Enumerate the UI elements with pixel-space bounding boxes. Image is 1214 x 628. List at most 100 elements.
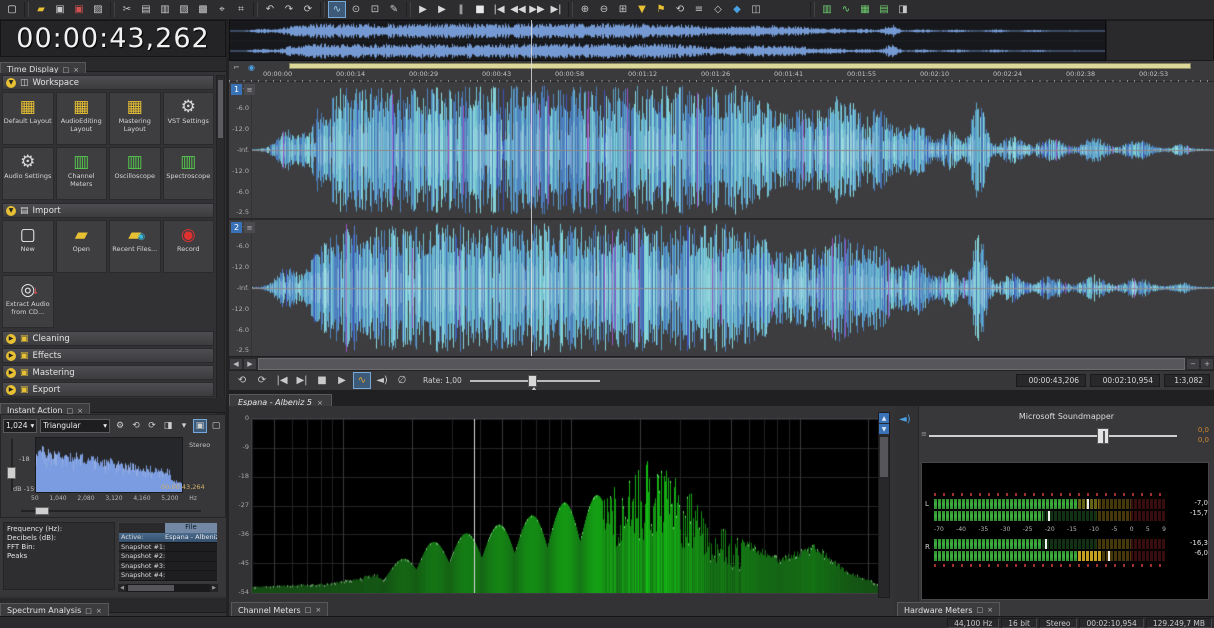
slider-handle[interactable] bbox=[1097, 428, 1109, 444]
previous-marker-button[interactable]: ◀◀ bbox=[509, 1, 527, 18]
overview-waveform-left[interactable] bbox=[230, 22, 1105, 40]
section-workspace[interactable]: ▼ ◫ Workspace bbox=[2, 75, 214, 90]
trim-button[interactable]: ⌖ bbox=[213, 1, 231, 18]
save-button[interactable]: ▣ bbox=[51, 1, 69, 18]
overview-waveform-right[interactable] bbox=[230, 42, 1105, 60]
transport-go-end-button[interactable]: ▶| bbox=[293, 372, 311, 389]
import-new-button[interactable]: ▢ New bbox=[2, 220, 54, 273]
new-file-button[interactable]: ▢ bbox=[3, 1, 21, 18]
scroll-down-icon[interactable]: ▼ bbox=[879, 424, 889, 434]
oscilloscope-toggle[interactable]: ∿ bbox=[837, 1, 855, 18]
zoom-selection-button[interactable]: ⊞ bbox=[614, 1, 632, 18]
plugin-chainer-toggle[interactable]: ◨ bbox=[894, 1, 912, 18]
scroll-left-icon[interactable]: ◀ bbox=[118, 584, 126, 592]
undo-button[interactable]: ↶ bbox=[261, 1, 279, 18]
zoom-ratio-box[interactable]: 1:3,082 bbox=[1164, 374, 1210, 387]
transport-stop-button[interactable]: ■ bbox=[313, 372, 331, 389]
scrollbar-thumb[interactable] bbox=[218, 80, 223, 138]
cursor-position-box[interactable]: 00:00:43,206 bbox=[1016, 374, 1086, 387]
table-row[interactable]: Active: Espana - Albeniz bbox=[119, 533, 217, 543]
snapshot-button[interactable]: ▢ bbox=[209, 419, 223, 433]
fft-size-select[interactable]: 1,024 ▾ bbox=[3, 418, 38, 433]
time-ruler[interactable]: ⌐ ◉ 00:00:00 00:00:14 00:00:29 00:00:43 00:00… bbox=[229, 61, 1214, 82]
channel-menu-icon[interactable]: ≡ bbox=[244, 84, 255, 95]
table-row[interactable]: Snapshot #2: bbox=[119, 552, 217, 562]
workspace-audio-editing-layout-button[interactable]: ▦ AudioEditing Layout bbox=[55, 92, 107, 145]
zoom-out-time-button[interactable]: − bbox=[1186, 357, 1200, 370]
scroll-up-icon[interactable]: ▲ bbox=[879, 413, 889, 423]
open-file-button[interactable]: ▰ bbox=[32, 1, 50, 18]
table-row[interactable]: Snapshot #4: bbox=[119, 571, 217, 581]
close-icon[interactable]: × bbox=[315, 606, 321, 614]
float-icon[interactable]: □ bbox=[977, 606, 984, 614]
section-cleaning[interactable]: ▶ ▣ Cleaning bbox=[2, 331, 214, 346]
float-icon[interactable]: □ bbox=[305, 606, 312, 614]
section-mastering[interactable]: ▶ ▣ Mastering bbox=[2, 365, 214, 380]
slider-handle[interactable] bbox=[35, 507, 49, 515]
playhead-cursor[interactable] bbox=[531, 20, 532, 356]
waveform-channel-1[interactable] bbox=[252, 82, 1214, 218]
play-all-button[interactable]: ▶ bbox=[414, 1, 432, 18]
workspace-default-layout-button[interactable]: ▦ Default Layout bbox=[2, 92, 54, 145]
length-box[interactable]: 00:02:10,954 bbox=[1090, 374, 1160, 387]
position-overview-bar[interactable] bbox=[289, 63, 1191, 69]
loop-toggle-button[interactable]: ⟲ bbox=[233, 372, 251, 389]
import-record-button[interactable]: ◉ Record bbox=[162, 220, 214, 273]
workspace-mastering-layout-button[interactable]: ▦ Mastering Layout bbox=[109, 92, 161, 145]
import-extract-cd-button[interactable]: ◎ ↓ Extract Audio from CD... bbox=[2, 275, 54, 328]
channel-number-badge[interactable]: 2 bbox=[231, 222, 242, 233]
scrollbar-thumb[interactable] bbox=[258, 357, 1185, 370]
mix-paste-button[interactable]: ▧ bbox=[175, 1, 193, 18]
scrub-tool-button[interactable]: ∿ bbox=[353, 372, 371, 389]
gain-lock-icon[interactable]: ≡ bbox=[921, 430, 927, 438]
lock-button[interactable]: ▣ bbox=[193, 418, 207, 433]
scroll-right-icon[interactable]: ▶ bbox=[210, 584, 218, 592]
workspace-channel-meters-button[interactable]: ▥ Channel Meters bbox=[55, 147, 107, 200]
sync-playback-button[interactable]: ⟳ bbox=[145, 419, 159, 433]
speaker-icon[interactable]: ◄) bbox=[899, 414, 911, 425]
zoom-in-button[interactable]: ⊕ bbox=[576, 1, 594, 18]
save-as-button[interactable]: ▣ bbox=[70, 1, 88, 18]
section-import[interactable]: ▼ ▤ Import bbox=[2, 203, 214, 218]
float-icon[interactable]: □ bbox=[85, 607, 92, 615]
tab-hardware-meters[interactable]: Hardware Meters □ × bbox=[897, 602, 1001, 617]
transport-go-start-button[interactable]: |◀ bbox=[273, 372, 291, 389]
snapshot-table-scrollbar[interactable]: ◀ ▶ bbox=[118, 584, 218, 592]
go-to-end-button[interactable]: ▶| bbox=[547, 1, 565, 18]
channel-meters-toggle[interactable]: ▥ bbox=[818, 1, 836, 18]
paste-special-button[interactable]: ▩ bbox=[194, 1, 212, 18]
save-all-button[interactable]: ▨ bbox=[89, 1, 107, 18]
rate-slider[interactable] bbox=[469, 374, 600, 391]
loop-playback-button[interactable]: ⟲ bbox=[671, 1, 689, 18]
level-meters[interactable]: L -7,0 -15,7 -70 -40 -35 -30 -25 -20 -15 -10 -5 0… bbox=[921, 462, 1209, 600]
tab-channel-meters[interactable]: Channel Meters □ × bbox=[231, 602, 329, 617]
selection-tool-button[interactable]: ⊡ bbox=[366, 1, 384, 18]
crop-button[interactable]: ⌗ bbox=[232, 1, 250, 18]
slider-handle[interactable] bbox=[7, 467, 16, 479]
import-recent-files-button[interactable]: ▰ ◉ Recent Files... bbox=[109, 220, 161, 273]
crossfade-button[interactable]: ◆ bbox=[728, 1, 746, 18]
repeat-button[interactable]: ⟳ bbox=[299, 1, 317, 18]
spectroscope-toggle[interactable]: ▦ bbox=[856, 1, 874, 18]
workspace-spectroscope-button[interactable]: ▥ Spectroscope bbox=[162, 147, 214, 200]
pencil-tool-button[interactable]: ✎ bbox=[385, 1, 403, 18]
close-icon[interactable]: × bbox=[96, 607, 102, 615]
cut-button[interactable]: ✂ bbox=[118, 1, 136, 18]
scroll-left-button[interactable]: ◀ bbox=[229, 357, 243, 370]
section-effects[interactable]: ▶ ▣ Effects bbox=[2, 348, 214, 363]
go-to-start-button[interactable]: |◀ bbox=[490, 1, 508, 18]
workspace-audio-settings-button[interactable]: ⚙ Audio Settings bbox=[2, 147, 54, 200]
paste-button[interactable]: ▥ bbox=[156, 1, 174, 18]
slider-handle[interactable] bbox=[527, 374, 537, 387]
refresh-button[interactable]: ⟲ bbox=[129, 419, 143, 433]
snap-button[interactable]: ≡ bbox=[690, 1, 708, 18]
settings-gear-button[interactable]: ⚙ bbox=[113, 419, 127, 433]
pause-button[interactable]: ‖ bbox=[452, 1, 470, 18]
stop-button[interactable]: ■ bbox=[471, 1, 489, 18]
multichannel-button[interactable]: ◫ bbox=[747, 1, 765, 18]
dropdown-arrow-button[interactable]: ▾ bbox=[177, 419, 191, 433]
mute-preview-button[interactable]: ∅ bbox=[393, 372, 411, 389]
display-mode-button[interactable]: ◨ bbox=[161, 419, 175, 433]
loop-all-button[interactable]: ⟳ bbox=[253, 372, 271, 389]
scroll-right-button[interactable]: ▶ bbox=[243, 357, 257, 370]
